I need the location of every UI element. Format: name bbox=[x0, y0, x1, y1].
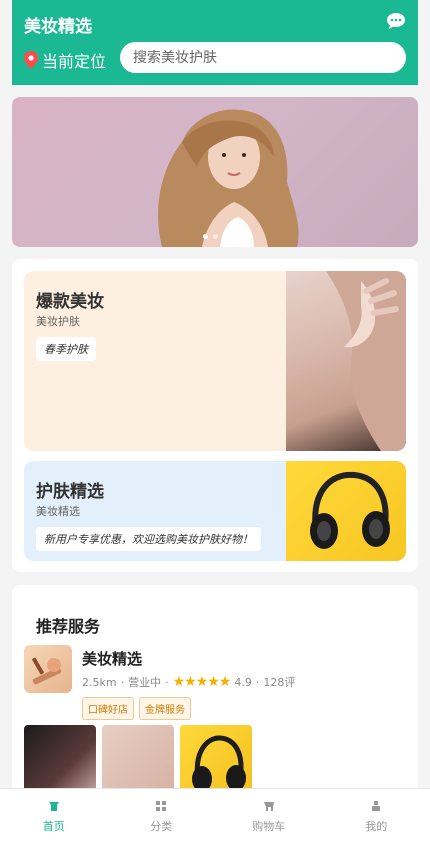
promo-subtitle: 美妆护肤 bbox=[36, 315, 80, 328]
promo-tag: 春季护肤 bbox=[36, 337, 96, 361]
gallery-image[interactable] bbox=[24, 725, 96, 797]
section-title: 推荐服务 bbox=[36, 617, 101, 636]
meta-separator: · bbox=[120, 675, 125, 689]
grid-icon bbox=[156, 800, 167, 811]
banner-dot[interactable] bbox=[222, 234, 228, 239]
promo-card-hot-makeup[interactable]: 爆款美妆 美妆护肤 春季护肤 bbox=[24, 271, 406, 451]
banner-dot[interactable] bbox=[202, 234, 208, 239]
search-input[interactable] bbox=[120, 42, 406, 73]
shop-gallery bbox=[24, 725, 252, 797]
app-title: 美妆精选 bbox=[24, 17, 92, 37]
recommend-panel: 推荐服务 美妆精选 2.5km · 营业中 · ★★★★★ 4.9 · 128评… bbox=[12, 585, 418, 815]
hero-banner[interactable] bbox=[12, 97, 418, 247]
banner-model-image bbox=[158, 109, 299, 247]
shop-status: 营业中 bbox=[128, 676, 162, 689]
location-selector[interactable]: 当前定位 bbox=[24, 48, 106, 72]
promo-title: 爆款美妆 bbox=[36, 292, 104, 312]
promo-skin-image bbox=[286, 271, 406, 451]
promo-headphone-image bbox=[286, 461, 406, 561]
shop-badges: 口碑好店 金牌服务 bbox=[82, 697, 191, 720]
cart-icon bbox=[263, 801, 274, 811]
meta-separator: · bbox=[255, 675, 260, 689]
gallery-image[interactable] bbox=[102, 725, 174, 797]
promo-subtitle: 美妆精选 bbox=[36, 505, 80, 518]
tab-category[interactable]: 分类 bbox=[108, 789, 216, 844]
chat-icon[interactable] bbox=[386, 12, 406, 30]
location-label: 当前定位 bbox=[42, 52, 107, 71]
shop-distance: 2.5km bbox=[82, 675, 117, 689]
header: 美妆精选 当前定位 bbox=[12, 0, 418, 85]
tab-label: 分类 bbox=[150, 819, 173, 833]
shop-meta: 2.5km · 营业中 · ★★★★★ 4.9 · 128评 bbox=[82, 674, 295, 690]
tab-label: 首页 bbox=[42, 819, 65, 833]
badge: 口碑好店 bbox=[82, 697, 134, 720]
tab-cart[interactable]: 购物车 bbox=[215, 789, 323, 844]
bottom-tab-bar: 首页 分类 购物车 我的 bbox=[0, 788, 430, 844]
badge: 金牌服务 bbox=[139, 697, 191, 720]
meta-separator: · bbox=[165, 675, 169, 689]
shop-reviews: 128评 bbox=[263, 676, 296, 689]
rating-stars-icon: ★★★★★ bbox=[172, 674, 232, 690]
promo-tag: 新用户专享优惠，欢迎选购美妆护肤好物！ bbox=[36, 527, 261, 551]
shop-name[interactable]: 美妆精选 bbox=[82, 648, 142, 669]
tab-label: 购物车 bbox=[252, 819, 286, 833]
home-icon bbox=[48, 801, 59, 811]
banner-dot[interactable] bbox=[212, 234, 218, 239]
gallery-image[interactable] bbox=[180, 725, 252, 797]
promo-panel: 爆款美妆 美妆护肤 春季护肤 护肤精选 美妆精选 新用户专享优惠，欢迎选购美妆护… bbox=[12, 259, 418, 572]
tab-profile[interactable]: 我的 bbox=[323, 789, 430, 844]
location-pin-icon bbox=[24, 51, 38, 69]
promo-card-skincare[interactable]: 护肤精选 美妆精选 新用户专享优惠，欢迎选购美妆护肤好物！ bbox=[24, 461, 406, 561]
banner-pagination[interactable] bbox=[12, 234, 418, 239]
shop-thumbnail[interactable] bbox=[24, 645, 72, 693]
tab-home[interactable]: 首页 bbox=[0, 789, 108, 844]
promo-title: 护肤精选 bbox=[36, 482, 104, 502]
tab-label: 我的 bbox=[365, 819, 388, 833]
user-icon bbox=[372, 800, 381, 811]
shop-rating: 4.9 bbox=[234, 675, 252, 689]
